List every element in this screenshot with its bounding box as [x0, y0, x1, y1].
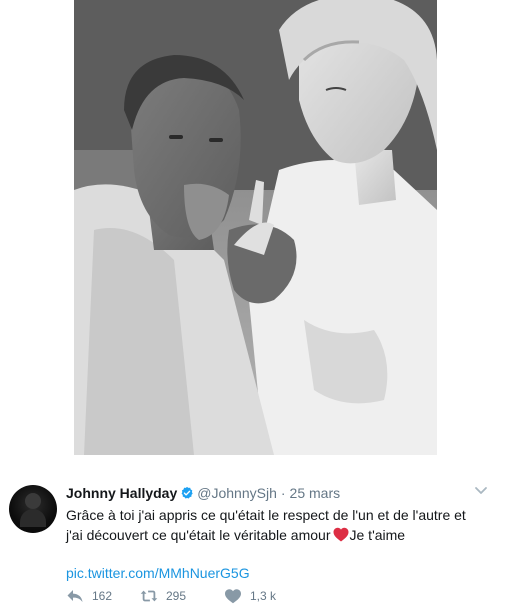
- tweet-text-line-1: Grâce à toi j'ai appris ce qu'était le r…: [66, 507, 466, 523]
- tweet-text-before-heart: j'ai découvert ce qu'était le véritable …: [66, 527, 331, 543]
- avatar[interactable]: [9, 485, 57, 533]
- retweet-icon: [140, 590, 158, 602]
- retweet-button[interactable]: 295: [140, 588, 224, 604]
- tweet: Johnny Hallyday @JohnnySjh · 25 mars Grâ…: [0, 456, 508, 612]
- author-handle[interactable]: @JohnnySjh: [197, 485, 277, 501]
- like-icon: [225, 589, 241, 604]
- avatar-body: [20, 509, 46, 527]
- chevron-down-icon[interactable]: [474, 486, 488, 496]
- tweet-text: Grâce à toi j'ai appris ce qu'était le r…: [66, 505, 496, 545]
- red-heart-icon: [333, 527, 348, 542]
- tweet-header: Johnny Hallyday @JohnnySjh · 25 mars: [66, 484, 340, 502]
- tweet-text-line-2: j'ai découvert ce qu'était le véritable …: [66, 525, 496, 545]
- tweet-media-link[interactable]: pic.twitter.com/MMhNuerG5G: [66, 565, 250, 581]
- tweet-text-after-heart: Je t'aime: [349, 527, 406, 543]
- author-name[interactable]: Johnny Hallyday: [66, 485, 177, 501]
- tweet-media[interactable]: [0, 0, 508, 455]
- tweet-photo[interactable]: [74, 0, 437, 455]
- header-separator: ·: [280, 485, 286, 501]
- reply-button[interactable]: 162: [66, 588, 140, 604]
- photo-illustration: [74, 0, 437, 455]
- reply-count: 162: [92, 589, 113, 603]
- avatar-head: [25, 493, 41, 509]
- retweet-count: 295: [166, 589, 187, 603]
- tweet-actions: 162 295 1,3 k: [66, 587, 304, 605]
- like-count: 1,3 k: [250, 589, 277, 603]
- reply-icon: [67, 590, 83, 602]
- like-button[interactable]: 1,3 k: [224, 588, 304, 604]
- verified-badge-icon: [181, 486, 193, 499]
- tweet-date[interactable]: 25 mars: [290, 485, 341, 501]
